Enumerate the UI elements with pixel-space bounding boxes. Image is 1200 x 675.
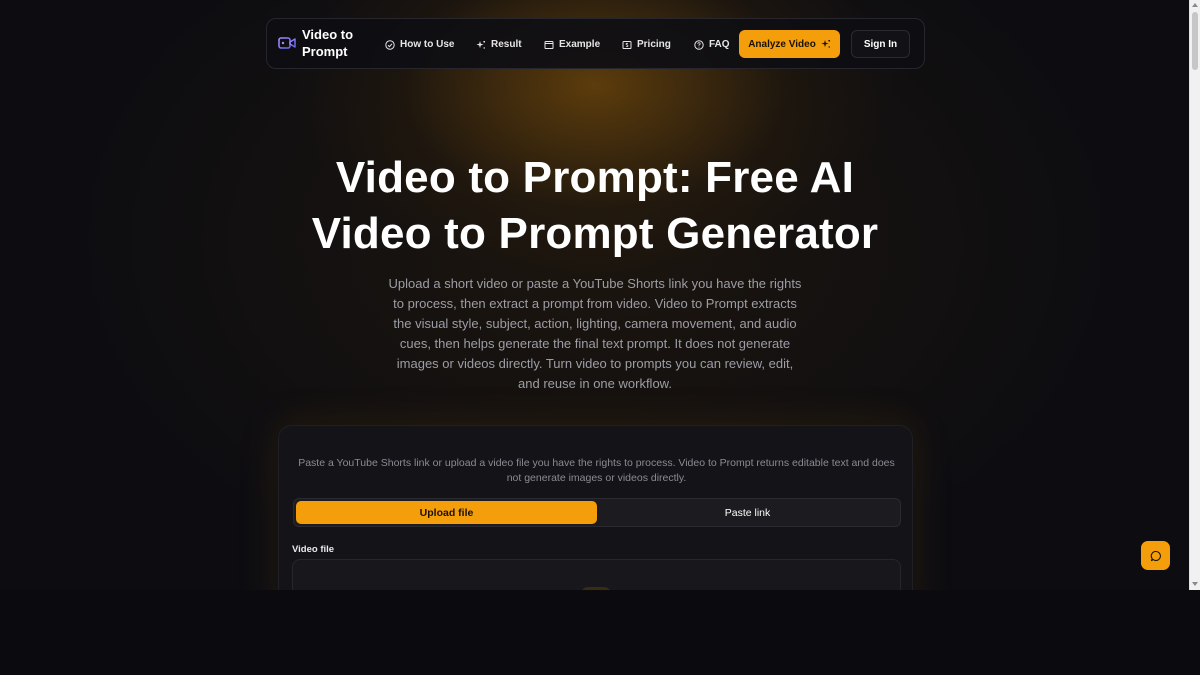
hero-subtitle: Upload a short video or paste a YouTube … xyxy=(388,276,802,391)
vertical-scrollbar[interactable] xyxy=(1189,0,1200,590)
input-mode-tabs: Upload file Paste link xyxy=(293,498,901,527)
video-file-dropzone[interactable] xyxy=(292,559,901,590)
sparkle-icon xyxy=(821,39,830,48)
sparkle-icon xyxy=(476,40,486,49)
scroll-up-arrow-icon[interactable] xyxy=(1192,3,1198,7)
nav-example[interactable]: Example xyxy=(544,19,600,70)
analyze-video-label: Analyze Video xyxy=(748,38,816,50)
card-description: Paste a YouTube Shorts link or upload a … xyxy=(298,457,895,484)
video-camera-icon xyxy=(278,37,296,49)
video-file-label: Video file xyxy=(292,544,335,555)
brand-logo-link[interactable]: Video to Prompt xyxy=(278,26,362,60)
nav-link-label: Result xyxy=(491,39,522,50)
nav-link-label: Pricing xyxy=(637,39,671,50)
tab-upload-file[interactable]: Upload file xyxy=(296,501,597,524)
page-viewport: Video to Prompt How to Use Result Exampl… xyxy=(0,0,1189,590)
sign-in-button[interactable]: Sign In xyxy=(851,30,910,58)
help-circle-icon xyxy=(694,39,704,50)
upload-card: Paste a YouTube Shorts link or upload a … xyxy=(278,425,913,590)
window-icon xyxy=(544,40,554,49)
chat-bubble-icon xyxy=(1150,550,1161,561)
chat-button[interactable] xyxy=(1141,541,1170,570)
nav-faq[interactable]: FAQ xyxy=(694,19,730,70)
check-circle-icon xyxy=(385,39,395,50)
nav-pricing[interactable]: Pricing xyxy=(622,19,671,70)
nav-link-label: FAQ xyxy=(709,39,730,50)
nav-link-label: Example xyxy=(559,39,601,50)
top-navbar: Video to Prompt How to Use Result Exampl… xyxy=(266,18,925,69)
below-fold-area xyxy=(0,590,1189,675)
hero-title: Video to Prompt: Free AI Video to Prompt… xyxy=(311,153,879,258)
nav-how-to-use[interactable]: How to Use xyxy=(385,19,454,70)
dollar-box-icon xyxy=(622,40,632,49)
tab-paste-link[interactable]: Paste link xyxy=(597,501,898,524)
analyze-video-button[interactable]: Analyze Video xyxy=(739,30,840,58)
nav-link-label: How to Use xyxy=(400,39,455,50)
scroll-thumb[interactable] xyxy=(1192,12,1198,70)
scroll-down-arrow-icon[interactable] xyxy=(1192,582,1198,586)
brand-name: Video to Prompt xyxy=(302,27,354,59)
nav-result[interactable]: Result xyxy=(476,19,522,70)
